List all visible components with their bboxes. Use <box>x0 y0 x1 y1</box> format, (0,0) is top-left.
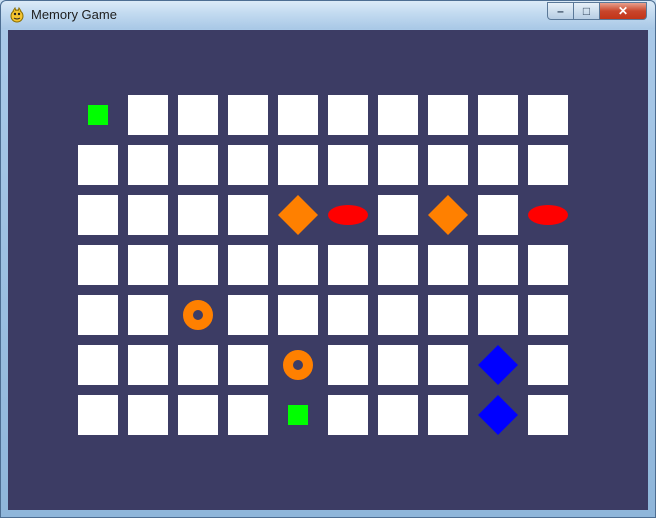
pygame-snake-icon <box>10 7 24 23</box>
hidden-tile[interactable] <box>78 245 118 285</box>
hidden-tile[interactable] <box>128 345 168 385</box>
hidden-tile[interactable] <box>378 395 418 435</box>
hidden-tile[interactable] <box>378 245 418 285</box>
revealed-tile[interactable] <box>478 345 518 385</box>
hidden-tile[interactable] <box>178 345 218 385</box>
hidden-tile[interactable] <box>528 295 568 335</box>
hidden-tile[interactable] <box>478 295 518 335</box>
hidden-tile[interactable] <box>178 245 218 285</box>
square-icon <box>88 105 108 125</box>
hidden-tile[interactable] <box>478 245 518 285</box>
hidden-tile[interactable] <box>428 95 468 135</box>
hidden-tile[interactable] <box>328 295 368 335</box>
maximize-button[interactable]: □ <box>573 2 600 20</box>
hidden-tile[interactable] <box>428 345 468 385</box>
title-bar[interactable]: Memory Game – □ ✕ <box>1 1 655 29</box>
hidden-tile[interactable] <box>128 395 168 435</box>
oval-icon <box>328 205 368 225</box>
hidden-tile[interactable] <box>528 345 568 385</box>
hidden-tile[interactable] <box>378 295 418 335</box>
hidden-tile[interactable] <box>378 95 418 135</box>
hidden-tile[interactable] <box>378 345 418 385</box>
hidden-tile[interactable] <box>78 395 118 435</box>
hidden-tile[interactable] <box>478 195 518 235</box>
hidden-tile[interactable] <box>178 95 218 135</box>
hidden-tile[interactable] <box>128 195 168 235</box>
hidden-tile[interactable] <box>328 145 368 185</box>
hidden-tile[interactable] <box>178 145 218 185</box>
hidden-tile[interactable] <box>228 95 268 135</box>
revealed-tile[interactable] <box>278 195 318 235</box>
hidden-tile[interactable] <box>228 145 268 185</box>
hidden-tile[interactable] <box>78 145 118 185</box>
hidden-tile[interactable] <box>278 95 318 135</box>
diamond-icon <box>478 395 518 435</box>
minimize-button[interactable]: – <box>547 2 574 20</box>
hidden-tile[interactable] <box>128 145 168 185</box>
hidden-tile[interactable] <box>528 145 568 185</box>
hidden-tile[interactable] <box>178 395 218 435</box>
oval-icon <box>528 205 568 225</box>
hidden-tile[interactable] <box>78 295 118 335</box>
hidden-tile[interactable] <box>128 95 168 135</box>
revealed-tile[interactable] <box>528 195 568 235</box>
hidden-tile[interactable] <box>528 95 568 135</box>
hidden-tile[interactable] <box>78 195 118 235</box>
hidden-tile[interactable] <box>278 245 318 285</box>
revealed-tile[interactable] <box>478 395 518 435</box>
close-button[interactable]: ✕ <box>599 2 647 20</box>
hidden-tile[interactable] <box>328 395 368 435</box>
hidden-tile[interactable] <box>228 195 268 235</box>
hidden-tile[interactable] <box>378 145 418 185</box>
revealed-tile[interactable] <box>328 195 368 235</box>
game-board <box>8 30 648 510</box>
diamond-icon <box>278 195 318 235</box>
revealed-tile[interactable] <box>278 395 318 435</box>
hidden-tile[interactable] <box>478 145 518 185</box>
hidden-tile[interactable] <box>478 95 518 135</box>
hidden-tile[interactable] <box>428 295 468 335</box>
diamond-icon <box>478 345 518 385</box>
donut-icon <box>283 350 313 380</box>
hidden-tile[interactable] <box>428 395 468 435</box>
hidden-tile[interactable] <box>328 345 368 385</box>
hidden-tile[interactable] <box>128 295 168 335</box>
hidden-tile[interactable] <box>178 195 218 235</box>
revealed-tile[interactable] <box>428 195 468 235</box>
hidden-tile[interactable] <box>528 245 568 285</box>
hidden-tile[interactable] <box>328 245 368 285</box>
window-title: Memory Game <box>31 7 117 22</box>
hidden-tile[interactable] <box>428 245 468 285</box>
close-icon: ✕ <box>617 4 629 18</box>
donut-icon <box>183 300 213 330</box>
hidden-tile[interactable] <box>128 245 168 285</box>
game-window: Memory Game – □ ✕ <box>0 0 656 518</box>
hidden-tile[interactable] <box>228 245 268 285</box>
revealed-tile[interactable] <box>178 295 218 335</box>
hidden-tile[interactable] <box>378 195 418 235</box>
hidden-tile[interactable] <box>228 395 268 435</box>
minimize-icon: – <box>557 4 564 18</box>
hidden-tile[interactable] <box>278 145 318 185</box>
square-icon <box>288 405 308 425</box>
hidden-tile[interactable] <box>278 295 318 335</box>
hidden-tile[interactable] <box>428 145 468 185</box>
hidden-tile[interactable] <box>228 295 268 335</box>
maximize-icon: □ <box>582 4 591 18</box>
revealed-tile[interactable] <box>78 95 118 135</box>
revealed-tile[interactable] <box>278 345 318 385</box>
hidden-tile[interactable] <box>528 395 568 435</box>
hidden-tile[interactable] <box>328 95 368 135</box>
hidden-tile[interactable] <box>78 345 118 385</box>
hidden-tile[interactable] <box>228 345 268 385</box>
diamond-icon <box>428 195 468 235</box>
